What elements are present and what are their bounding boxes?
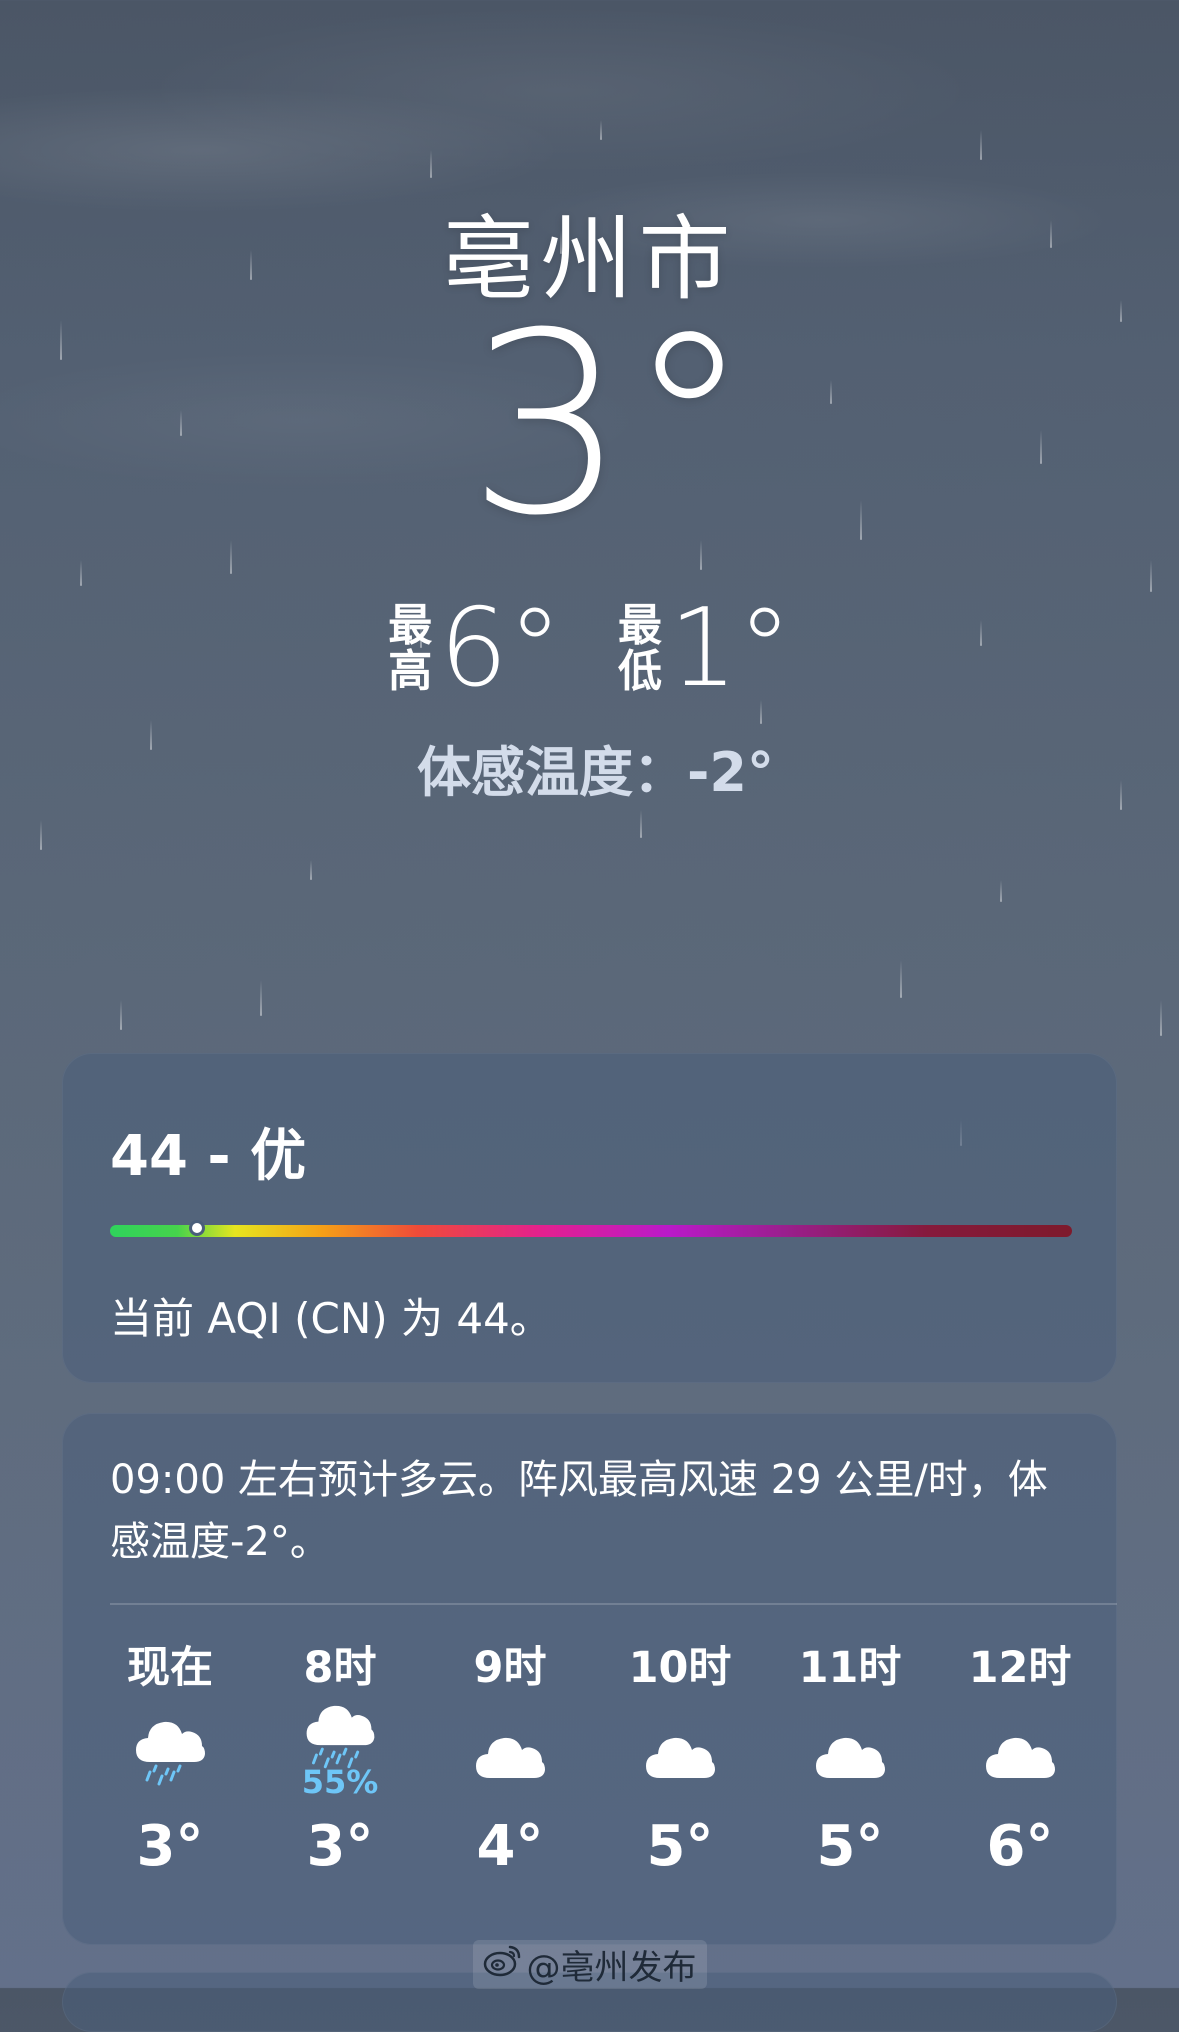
hour-label: 12时 bbox=[968, 1643, 1072, 1693]
raindrop bbox=[310, 860, 312, 880]
aqi-title: 44 - 优 bbox=[110, 1124, 307, 1189]
high-value: 6° bbox=[439, 586, 562, 711]
raindrop bbox=[80, 560, 82, 586]
hour-label: 11时 bbox=[798, 1643, 902, 1693]
hour-temperature: 5° bbox=[816, 1814, 884, 1879]
raindrop bbox=[1150, 560, 1152, 592]
watermark-inner: @亳州发布 bbox=[472, 1940, 707, 1989]
hour-temperature: 3° bbox=[136, 1814, 204, 1879]
raindrop bbox=[430, 150, 432, 178]
cloud-heavy-rain-icon: 55% bbox=[301, 1700, 379, 1804]
low-label: 最低 bbox=[618, 600, 662, 697]
cloud-icon bbox=[642, 1716, 718, 1804]
high-temperature: 最高 6° bbox=[387, 595, 562, 703]
raindrop bbox=[260, 980, 262, 1016]
cloud-rain-icon bbox=[132, 1716, 208, 1804]
raindrop bbox=[900, 960, 902, 998]
hour-item-12: 12时 6° bbox=[960, 1638, 1080, 1879]
feels-like: 体感温度：-2° bbox=[417, 741, 774, 804]
divider bbox=[110, 1603, 1117, 1605]
weibo-icon bbox=[483, 1943, 523, 1986]
cloud-icon bbox=[472, 1716, 548, 1804]
hour-label: 9时 bbox=[473, 1643, 547, 1693]
cloud-icon bbox=[982, 1716, 1058, 1804]
raindrop bbox=[40, 820, 42, 850]
hour-item-10: 10时 5° bbox=[620, 1638, 740, 1879]
hour-item-11: 11时 5° bbox=[790, 1638, 910, 1879]
aqi-indicator-dot bbox=[188, 1220, 205, 1236]
hour-label: 10时 bbox=[628, 1643, 732, 1693]
hour-item-now: 现在 3° bbox=[110, 1638, 230, 1879]
raindrop bbox=[600, 120, 602, 140]
hourly-list[interactable]: 现在 3° 8时 55% 3° 9时 4° 10时 5° 11时 5° 12时 … bbox=[110, 1638, 1080, 1879]
hour-temperature: 3° bbox=[306, 1814, 374, 1879]
low-temperature: 最低 1° bbox=[617, 595, 792, 703]
hour-temperature: 4° bbox=[476, 1814, 544, 1879]
hour-item-9: 9时 4° bbox=[450, 1638, 570, 1879]
aqi-scale-bar bbox=[110, 1220, 1072, 1237]
hourly-summary: 09:00 左右预计多云。阵风最高风速 29 公里/时，体感温度-2°。 bbox=[110, 1457, 1048, 1565]
raindrop bbox=[1000, 880, 1002, 902]
aqi-card[interactable]: 44 - 优 当前 AQI (CN) 为 44。 bbox=[62, 1053, 1117, 1383]
aqi-description: 当前 AQI (CN) 为 44。 bbox=[110, 1294, 552, 1343]
watermark-text: @亳州发布 bbox=[526, 1948, 697, 1988]
cloud-icon bbox=[812, 1716, 888, 1804]
precipitation-chance: 55% bbox=[301, 1762, 379, 1801]
hour-temperature: 6° bbox=[986, 1814, 1054, 1879]
hourly-forecast-card[interactable]: 09:00 左右预计多云。阵风最高风速 29 公里/时，体感温度-2°。 现在 … bbox=[62, 1413, 1117, 1945]
high-label: 最高 bbox=[388, 600, 433, 697]
watermark: @亳州发布 bbox=[0, 1940, 1179, 1989]
hour-label: 8时 bbox=[303, 1643, 377, 1693]
hour-temperature: 5° bbox=[646, 1814, 714, 1879]
high-low-row: 最高 6° 最低 1° bbox=[0, 595, 1179, 703]
raindrop bbox=[120, 1000, 122, 1030]
raindrop bbox=[1160, 1000, 1162, 1036]
hour-item-8: 8时 55% 3° bbox=[280, 1638, 400, 1879]
raindrop bbox=[980, 130, 982, 160]
hour-label: 现在 bbox=[127, 1643, 213, 1693]
raindrop bbox=[640, 810, 642, 838]
current-temperature: 3° bbox=[467, 279, 752, 570]
low-value: 1° bbox=[669, 586, 792, 711]
